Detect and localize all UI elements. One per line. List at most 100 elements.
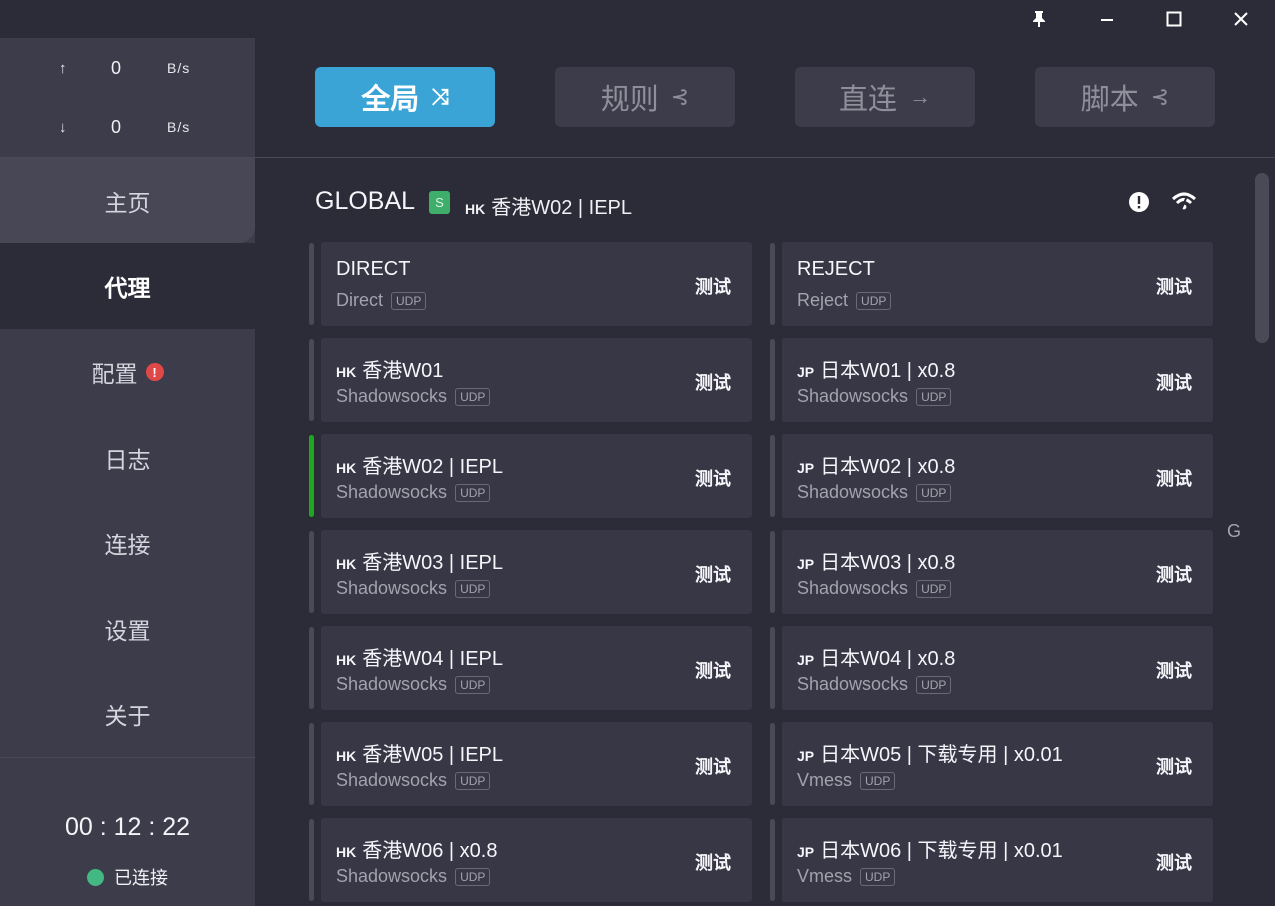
test-latency-button[interactable]: 测试 xyxy=(695,465,731,491)
test-latency-button[interactable]: 测试 xyxy=(695,369,731,395)
nav-item-log[interactable]: 日志 xyxy=(0,415,255,501)
nav-item-proxy[interactable]: 代理 xyxy=(0,243,255,329)
country-code: HK xyxy=(336,652,357,668)
mode-label: 脚本 xyxy=(1080,84,1139,116)
close-icon[interactable] xyxy=(1217,0,1265,38)
index-letter[interactable]: G xyxy=(1227,521,1241,542)
proxy-type: Shadowsocks UDP xyxy=(797,482,952,503)
proxy-card[interactable]: JP 日本W04 | x0.8 Shadowsocks UDP 测试 xyxy=(782,626,1213,710)
proxy-card[interactable]: HK 香港W06 | x0.8 Shadowsocks UDP 测试 xyxy=(321,818,752,902)
test-latency-button[interactable]: 测试 xyxy=(1156,273,1192,299)
card-indicator xyxy=(770,819,775,901)
proxy-name: JP 日本W04 | x0.8 xyxy=(797,642,955,671)
country-code: HK xyxy=(336,364,357,380)
proxy-name: HK 香港W03 | IEPL xyxy=(336,546,503,575)
proxy-card[interactable]: JP 日本W03 | x0.8 Shadowsocks UDP 测试 xyxy=(782,530,1213,614)
download-unit: B/s xyxy=(167,119,191,135)
minimize-icon[interactable] xyxy=(1083,0,1131,38)
mode-direct-button[interactable]: 直连 → xyxy=(795,67,975,127)
proxy-name-text: DIRECT xyxy=(336,258,411,280)
udp-tag: UDP xyxy=(455,387,491,406)
proxy-card[interactable]: HK 香港W02 | IEPL Shadowsocks UDP 测试 xyxy=(321,434,752,518)
proxy-name-text: 香港W02 | IEPL xyxy=(362,456,504,478)
proxy-name-text: 日本W02 | x0.8 xyxy=(820,456,956,478)
proxy-name-text: 日本W06 | 下载专用 | x0.01 xyxy=(820,840,1063,862)
proxy-type: Shadowsocks UDP xyxy=(797,674,952,695)
proxy-name: HK 香港W06 | x0.8 xyxy=(336,834,497,863)
alert-icon[interactable] xyxy=(1127,190,1151,214)
nav-item-about[interactable]: 关于 xyxy=(0,671,255,757)
test-latency-button[interactable]: 测试 xyxy=(695,753,731,779)
country-code: JP xyxy=(797,364,815,380)
proxy-type: Shadowsocks UDP xyxy=(336,674,491,695)
proxy-type-text: Shadowsocks xyxy=(336,386,448,406)
proxy-card[interactable]: HK 香港W05 | IEPL Shadowsocks UDP 测试 xyxy=(321,722,752,806)
maximize-icon[interactable] xyxy=(1150,0,1198,38)
proxy-type: Shadowsocks UDP xyxy=(336,866,491,887)
proxy-card[interactable]: JP 日本W05 | 下载专用 | x0.01 Vmess UDP 测试 xyxy=(782,722,1213,806)
nav-item-home[interactable]: 主页 xyxy=(0,158,255,244)
proxy-name: HK 香港W01 xyxy=(336,354,443,383)
test-latency-button[interactable]: 测试 xyxy=(1156,369,1192,395)
download-arrow-icon: ↓ xyxy=(59,118,67,136)
proxy-name: JP 日本W05 | 下载专用 | x0.01 xyxy=(797,738,1063,767)
divider xyxy=(0,757,255,758)
mode-label: 全局 xyxy=(361,84,420,116)
proxy-card[interactable]: JP 日本W02 | x0.8 Shadowsocks UDP 测试 xyxy=(782,434,1213,518)
card-indicator xyxy=(770,531,775,613)
test-latency-button[interactable]: 测试 xyxy=(1156,657,1192,683)
proxy-type-text: Shadowsocks xyxy=(797,578,909,598)
merge-arrow-icon: ⤨ xyxy=(431,84,449,109)
card-indicator xyxy=(770,627,775,709)
proxy-type-text: Shadowsocks xyxy=(336,578,448,598)
test-latency-button[interactable]: 测试 xyxy=(1156,849,1192,875)
nav-item-config[interactable]: 配置 ! xyxy=(0,329,255,415)
selected-indicator xyxy=(309,435,314,517)
proxy-card[interactable]: HK 香港W03 | IEPL Shadowsocks UDP 测试 xyxy=(321,530,752,614)
test-latency-button[interactable]: 测试 xyxy=(1156,753,1192,779)
test-latency-button[interactable]: 测试 xyxy=(695,273,731,299)
nav-label: 主页 xyxy=(104,190,151,216)
proxy-type: Shadowsocks UDP xyxy=(797,578,952,599)
proxy-card[interactable]: JP 日本W06 | 下载专用 | x0.01 Vmess UDP 测试 xyxy=(782,818,1213,902)
proxy-card[interactable]: JP 日本W01 | x0.8 Shadowsocks UDP 测试 xyxy=(782,338,1213,422)
country-code: HK xyxy=(465,201,486,217)
title-bar xyxy=(0,0,1275,38)
right-arrow-icon: → xyxy=(909,84,931,109)
proxy-type: Vmess UDP xyxy=(797,770,896,791)
nav-item-connections[interactable]: 连接 xyxy=(0,500,255,586)
test-latency-button[interactable]: 测试 xyxy=(695,561,731,587)
test-latency-button[interactable]: 测试 xyxy=(1156,561,1192,587)
proxy-name-text: REJECT xyxy=(797,258,875,280)
test-latency-button[interactable]: 测试 xyxy=(695,849,731,875)
nav-item-settings[interactable]: 设置 xyxy=(0,586,255,672)
country-code: JP xyxy=(797,844,815,860)
test-latency-button[interactable]: 测试 xyxy=(695,657,731,683)
latency-test-icon[interactable] xyxy=(1171,190,1197,214)
proxy-name: JP 日本W02 | x0.8 xyxy=(797,450,955,479)
proxy-card[interactable]: REJECT Reject UDP 测试 xyxy=(782,242,1213,326)
proxy-name-text: 日本W01 | x0.8 xyxy=(820,360,956,382)
pin-icon[interactable] xyxy=(1015,0,1063,38)
scrollbar-thumb[interactable] xyxy=(1255,173,1269,343)
proxy-name: REJECT xyxy=(797,258,875,281)
proxy-card[interactable]: HK 香港W01 Shadowsocks UDP 测试 xyxy=(321,338,752,422)
proxy-name-text: 香港W01 xyxy=(362,360,444,382)
proxy-name-text: 香港W05 | IEPL xyxy=(362,744,504,766)
proxy-type: Vmess UDP xyxy=(797,866,896,887)
proxy-name: JP 日本W06 | 下载专用 | x0.01 xyxy=(797,834,1063,863)
test-latency-button[interactable]: 测试 xyxy=(1156,465,1192,491)
proxy-card[interactable]: HK 香港W04 | IEPL Shadowsocks UDP 测试 xyxy=(321,626,752,710)
proxy-type-text: Vmess xyxy=(797,770,853,790)
mode-script-button[interactable]: 脚本 ⊰ xyxy=(1035,67,1215,127)
country-code: JP xyxy=(797,748,815,764)
udp-tag: UDP xyxy=(455,579,491,598)
mode-global-button[interactable]: 全局 ⤨ xyxy=(315,67,495,127)
udp-tag: UDP xyxy=(916,387,952,406)
proxy-card[interactable]: DIRECT Direct UDP 测试 xyxy=(321,242,752,326)
mode-rule-button[interactable]: 规则 ⊰ xyxy=(555,67,735,127)
proxy-name: HK 香港W02 | IEPL xyxy=(336,450,503,479)
proxy-name: HK 香港W04 | IEPL xyxy=(336,642,503,671)
proxy-type: Reject UDP xyxy=(797,290,892,311)
proxy-type-text: Reject xyxy=(797,290,849,310)
